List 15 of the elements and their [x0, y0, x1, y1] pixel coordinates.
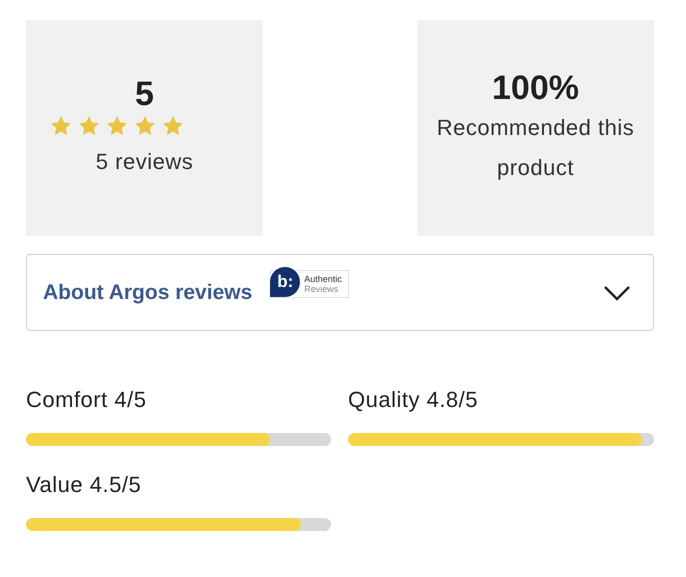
rating-label: Comfort 4/5: [26, 387, 148, 413]
review-count: 5 reviews: [96, 148, 194, 176]
recommend-percent: 100%: [492, 68, 579, 108]
recommend-label: Recommended this product: [436, 114, 636, 182]
star-icon: [48, 114, 72, 138]
star-icon: [76, 114, 100, 138]
star-icon: [132, 114, 156, 138]
authentic-reviews-badge: b: Authentic Reviews: [270, 270, 349, 298]
star-icon: [160, 114, 184, 138]
rating-label: Quality 4.8/5: [348, 387, 480, 413]
star-icon: [104, 114, 128, 138]
average-rating: 5: [135, 74, 154, 114]
chevron-down-icon: [603, 284, 631, 300]
about-reviews-accordion[interactable]: About Argos reviews b: Authentic Reviews: [26, 254, 654, 331]
rating-label: Value 4.5/5: [26, 472, 142, 498]
